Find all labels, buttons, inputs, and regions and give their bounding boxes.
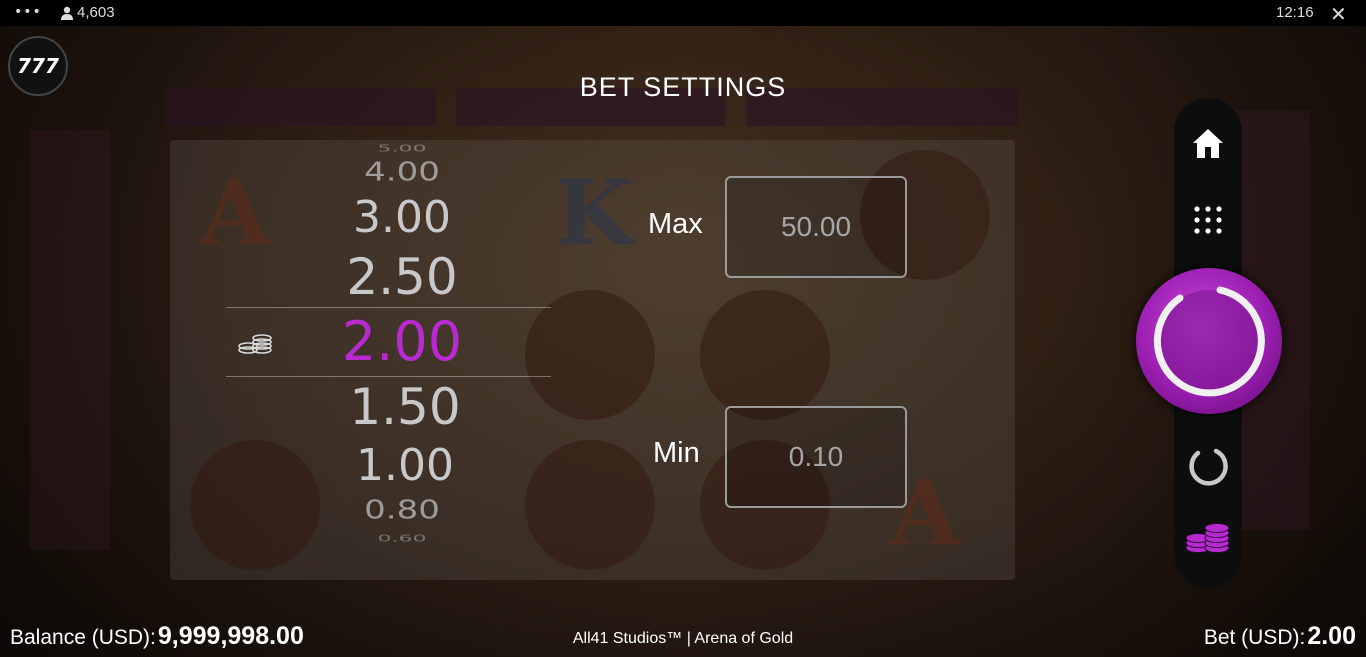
studio-game-title: All41 Studios™ | Arena of Gold — [572, 630, 794, 647]
coins-icon — [1185, 523, 1230, 553]
clock: 12:16 — [1276, 4, 1314, 21]
menu-dots-icon[interactable]: ••• — [14, 4, 42, 20]
user-icon — [61, 6, 73, 20]
min-label: Min — [653, 437, 700, 469]
bet-option[interactable]: 2.50 — [222, 248, 582, 306]
picker-selection-line-top — [226, 307, 551, 308]
player-count-value: 4,603 — [77, 4, 115, 21]
bet-option[interactable]: 5.00 — [222, 143, 582, 154]
status-bar: ••• 4,603 12:16 ✕ — [0, 0, 1366, 26]
grid-dots-icon — [1194, 206, 1222, 234]
min-bet-box[interactable]: 0.10 — [725, 406, 907, 508]
page-title: BET SETTINGS — [579, 72, 787, 102]
menu-button[interactable] — [1180, 195, 1236, 245]
coins-icon — [238, 334, 272, 354]
bet-label: Bet (USD): — [1203, 626, 1306, 649]
spin-icon — [1153, 286, 1265, 397]
bet-option[interactable]: 1.50 — [225, 378, 585, 436]
max-label: Max — [648, 208, 703, 240]
home-icon — [1193, 129, 1223, 158]
bet-display: Bet (USD): 2.00 — [1204, 622, 1356, 651]
picker-selection-line-bottom — [226, 376, 551, 377]
close-icon[interactable]: ✕ — [1330, 2, 1347, 26]
bet-option[interactable]: 0.80 — [222, 495, 582, 525]
max-bet-box[interactable]: 50.00 — [725, 176, 907, 278]
footer-bar: Balance (USD): 9,999,998.00 All41 Studio… — [0, 620, 1366, 657]
bet-option[interactable]: 1.00 — [225, 440, 585, 491]
autoplay-icon — [1189, 448, 1228, 486]
spin-button[interactable] — [1136, 268, 1282, 414]
bet-value: 2.00 — [1307, 622, 1356, 650]
bet-option-selected[interactable]: 2.00 — [222, 310, 582, 373]
bet-option[interactable]: 3.00 — [222, 192, 582, 243]
player-count: 4,603 — [60, 4, 115, 21]
bet-settings-button[interactable] — [1180, 512, 1236, 562]
bet-option[interactable]: 4.00 — [222, 157, 582, 187]
autoplay-button[interactable] — [1180, 440, 1236, 490]
bet-option[interactable]: 0.60 — [222, 533, 582, 544]
home-button[interactable] — [1180, 118, 1236, 168]
